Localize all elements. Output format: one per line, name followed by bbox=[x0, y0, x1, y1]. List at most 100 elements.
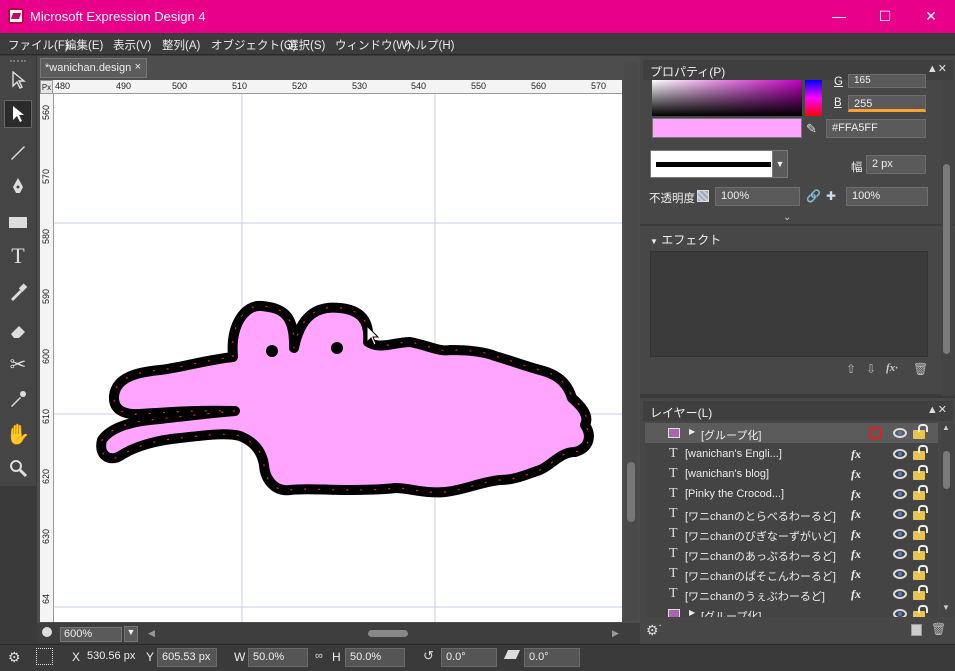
lock-icon[interactable] bbox=[913, 585, 928, 600]
layer-row[interactable]: T [ワニchanのとらべるわーるど] fx bbox=[645, 504, 938, 524]
expand-triangle-icon[interactable]: ▶ bbox=[689, 427, 695, 436]
menu-window[interactable]: ウィンドウ(W) bbox=[335, 37, 411, 53]
crocodile-shape[interactable] bbox=[96, 300, 594, 498]
eyedropper2-tool-button[interactable] bbox=[4, 384, 32, 412]
zoom-tool-button[interactable] bbox=[4, 454, 32, 482]
color-picker-area[interactable] bbox=[652, 80, 802, 116]
fx-icon[interactable]: fx bbox=[851, 507, 861, 522]
zoom-field[interactable]: 600% bbox=[60, 627, 122, 642]
delete-layer-icon[interactable]: 🗑 bbox=[931, 622, 946, 636]
skew-field[interactable]: 0.0° bbox=[524, 648, 580, 667]
link-proportions-icon[interactable]: ∞ bbox=[315, 650, 323, 662]
fx-icon[interactable]: fx bbox=[851, 487, 861, 502]
text-tool-button[interactable]: T bbox=[4, 242, 32, 270]
layer-row[interactable]: T [ワニchanのあっぷるわーるど] fx bbox=[645, 544, 938, 564]
horizontal-scroll-thumb[interactable] bbox=[368, 630, 408, 637]
stroke-dropdown-button[interactable]: ▼ bbox=[772, 150, 788, 178]
visibility-eye-icon[interactable] bbox=[893, 428, 907, 438]
menu-arrange[interactable]: 整列(A) bbox=[162, 37, 200, 53]
layer-row[interactable]: T [Pinky the Crocod...] fx bbox=[645, 484, 938, 504]
scroll-up-icon[interactable]: ▲ bbox=[942, 423, 950, 432]
menu-view[interactable]: 表示(V) bbox=[113, 37, 151, 53]
layer-row[interactable]: ▶ [グループ化] bbox=[645, 423, 938, 443]
eyedropper-icon[interactable]: ✎ bbox=[806, 121, 817, 137]
lock-icon[interactable] bbox=[913, 545, 928, 560]
layer-row[interactable]: T [wanichan's blog] fx bbox=[645, 464, 938, 484]
scroll-left-icon[interactable]: ◀ bbox=[148, 628, 155, 639]
drawing-svg[interactable] bbox=[40, 80, 622, 622]
move-down-icon[interactable]: ⇩ bbox=[866, 362, 876, 376]
menu-file[interactable]: ファイル(F) bbox=[8, 37, 69, 53]
move-up-icon[interactable]: ⇧ bbox=[846, 362, 856, 376]
eyedropper-tool-button[interactable] bbox=[4, 278, 32, 306]
eraser-tool-button[interactable] bbox=[4, 316, 32, 344]
visibility-eye-icon[interactable] bbox=[893, 609, 907, 617]
visibility-eye-icon[interactable] bbox=[893, 569, 907, 579]
close-button[interactable]: ✕ bbox=[908, 0, 954, 32]
fx-icon[interactable]: fx bbox=[851, 467, 861, 482]
effects-list[interactable] bbox=[650, 251, 928, 357]
width-percent-field[interactable]: 50.0% bbox=[248, 648, 308, 667]
rotate-field[interactable]: 0.0° bbox=[441, 648, 497, 667]
lock-icon[interactable] bbox=[913, 485, 928, 500]
add-effect-fx-icon[interactable]: fx· bbox=[886, 362, 898, 374]
fx-icon[interactable]: fx bbox=[851, 447, 861, 462]
menu-object[interactable]: オブジェクト(O) bbox=[211, 37, 297, 53]
reference-point-icon[interactable] bbox=[36, 648, 53, 665]
stroke-opacity-field[interactable]: 100% bbox=[846, 187, 928, 206]
selection-indicator-icon[interactable] bbox=[869, 427, 881, 439]
layers-options-gear-icon[interactable]: ⚙˙ bbox=[646, 622, 663, 639]
lock-icon[interactable] bbox=[913, 445, 928, 460]
trash-icon[interactable]: 🗑 bbox=[913, 362, 928, 376]
splitter-handle[interactable] bbox=[629, 466, 635, 520]
hue-slider[interactable] bbox=[805, 80, 822, 116]
scissors-tool-button[interactable]: ✂ bbox=[4, 350, 32, 378]
fx-icon[interactable]: fx bbox=[851, 567, 861, 582]
pin-icon[interactable]: ▲✕ bbox=[927, 403, 947, 416]
hand-tool-button[interactable]: ✋ bbox=[4, 420, 32, 448]
scroll-thumb[interactable] bbox=[943, 164, 950, 354]
layer-row[interactable]: T [ワニchanのぱそこんわーるど] fx bbox=[645, 564, 938, 584]
menu-edit[interactable]: 編集(E) bbox=[65, 37, 103, 53]
lock-icon[interactable] bbox=[913, 505, 928, 520]
layer-row[interactable]: ▶ [グループ化] bbox=[645, 604, 938, 617]
new-layer-icon[interactable] bbox=[911, 624, 922, 636]
pen-tool-button[interactable] bbox=[4, 172, 32, 200]
effects-header[interactable]: ▼ エフェクト bbox=[650, 231, 721, 248]
current-color-swatch[interactable] bbox=[652, 118, 802, 138]
menu-select[interactable]: 選択(S) bbox=[287, 37, 325, 53]
close-tab-icon[interactable]: × bbox=[135, 61, 141, 73]
fx-icon[interactable]: fx bbox=[851, 587, 861, 602]
x-field[interactable]: 530.56 px bbox=[83, 648, 138, 667]
artboard-canvas[interactable] bbox=[40, 80, 622, 622]
visibility-eye-icon[interactable] bbox=[893, 589, 907, 599]
layers-list[interactable]: ▶ [グループ化] T [wanichan's Engli...] fx T [… bbox=[645, 423, 938, 617]
zoom-dropdown-button[interactable]: ▼ bbox=[124, 626, 138, 642]
fx-icon[interactable]: fx bbox=[851, 547, 861, 562]
lock-icon[interactable] bbox=[913, 424, 928, 439]
scroll-thumb[interactable] bbox=[943, 451, 950, 489]
visibility-eye-icon[interactable] bbox=[893, 549, 907, 559]
menu-help[interactable]: ヘルプ(H) bbox=[404, 37, 454, 53]
fx-icon[interactable]: fx bbox=[851, 527, 861, 542]
selection-tool-button[interactable] bbox=[4, 66, 32, 94]
lock-icon[interactable] bbox=[913, 525, 928, 540]
document-tab[interactable]: *wanichan.design × bbox=[40, 58, 147, 78]
brush-tool-button[interactable] bbox=[4, 138, 32, 166]
b-value-field[interactable]: 255 bbox=[848, 95, 926, 112]
layers-scrollbar[interactable]: ▲ ▼ bbox=[941, 423, 953, 617]
stroke-style-dropdown[interactable] bbox=[650, 150, 788, 178]
expand-triangle-icon[interactable]: ▶ bbox=[689, 608, 695, 617]
scroll-down-icon[interactable]: ▼ bbox=[942, 603, 950, 612]
direct-select-tool-button[interactable] bbox=[4, 100, 32, 128]
minimize-button[interactable]: — bbox=[816, 0, 862, 32]
stroke-width-field[interactable]: 2 px bbox=[866, 155, 926, 174]
properties-scrollbar[interactable] bbox=[941, 80, 953, 396]
lock-icon[interactable] bbox=[913, 565, 928, 580]
height-percent-field[interactable]: 50.0% bbox=[345, 648, 405, 667]
maximize-button[interactable]: ☐ bbox=[862, 0, 908, 32]
settings-gear-icon[interactable]: ⚙ bbox=[8, 649, 21, 666]
visibility-eye-icon[interactable] bbox=[893, 469, 907, 479]
visibility-eye-icon[interactable] bbox=[893, 489, 907, 499]
scroll-right-icon[interactable]: ▶ bbox=[612, 628, 619, 639]
